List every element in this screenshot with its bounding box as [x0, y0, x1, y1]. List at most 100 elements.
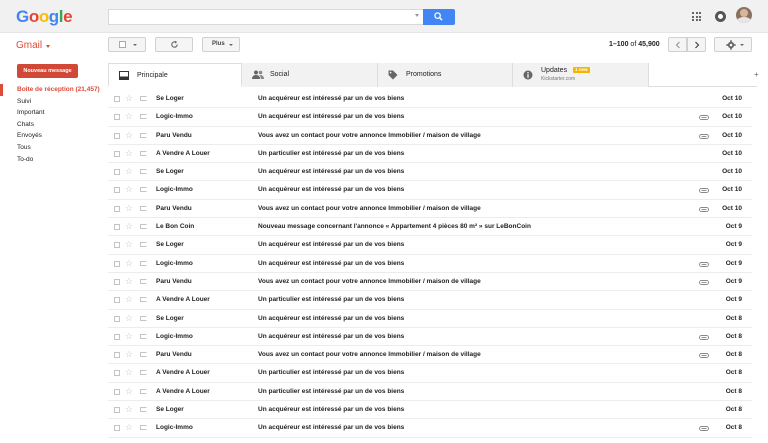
importance-marker-icon[interactable]: [140, 205, 147, 211]
email-row[interactable]: ☆ A Vendre A Louer Un particulier est inté…: [108, 364, 752, 383]
notifications-icon[interactable]: [715, 11, 726, 22]
row-checkbox[interactable]: [114, 425, 120, 432]
importance-marker-icon[interactable]: [140, 96, 147, 101]
star-icon[interactable]: ☆: [125, 239, 133, 249]
importance-marker-icon[interactable]: [140, 333, 147, 339]
email-row[interactable]: ☆ Logic-Immo Un acquéreur est intéressé pa…: [108, 181, 752, 200]
importance-marker-icon[interactable]: [140, 187, 147, 193]
search-button[interactable]: [423, 9, 455, 25]
importance-marker-icon[interactable]: [140, 132, 147, 138]
select-checkbox[interactable]: [119, 41, 126, 48]
email-row[interactable]: ☆ Se Loger Un acquéreur est intéressé par …: [108, 163, 752, 182]
importance-marker-icon[interactable]: [140, 352, 147, 358]
email-row[interactable]: ☆ Paru Vendu Vous avez un contact pour vot…: [108, 272, 752, 292]
row-checkbox[interactable]: [114, 333, 120, 340]
tab-principale[interactable]: Principale: [108, 63, 242, 87]
row-checkbox[interactable]: [114, 205, 120, 212]
tab-updates[interactable]: Updates 1 new Kickstarter.com: [513, 63, 649, 87]
row-checkbox[interactable]: [114, 260, 120, 267]
star-icon[interactable]: ☆: [125, 166, 133, 176]
email-row[interactable]: ☆ Paru Vendu Vous avez un contact pour vot…: [108, 199, 752, 219]
row-checkbox[interactable]: [114, 96, 120, 102]
row-checkbox[interactable]: [114, 370, 120, 377]
email-row[interactable]: ☆ Logic-Immo Un acquéreur est intéressé pa…: [108, 254, 752, 273]
importance-marker-icon[interactable]: [140, 260, 147, 266]
sidebar-item[interactable]: Suivi: [0, 96, 108, 108]
tab-promotions[interactable]: Promotions: [378, 63, 513, 87]
gmail-menu-label[interactable]: Gmail: [16, 40, 42, 51]
star-icon[interactable]: ☆: [125, 130, 133, 140]
email-row[interactable]: ☆ A Vendre A Louer Un particulier est inté…: [108, 382, 752, 402]
search-input[interactable]: [108, 9, 423, 25]
star-icon[interactable]: ☆: [125, 276, 133, 286]
star-icon[interactable]: ☆: [125, 93, 133, 103]
row-checkbox[interactable]: [114, 315, 120, 322]
email-row[interactable]: ☆ Paru Vendu Vous avez un contact pour vot…: [108, 126, 752, 145]
row-checkbox[interactable]: [114, 388, 120, 395]
avatar[interactable]: [736, 7, 752, 23]
email-row[interactable]: ☆ Se Loger Un acquéreur est intéressé par …: [108, 236, 752, 255]
row-checkbox[interactable]: [114, 352, 120, 359]
email-row[interactable]: ☆ Logic-Immo Un acquéreur est intéressé pa…: [108, 419, 752, 438]
select-all-button[interactable]: [108, 37, 146, 52]
email-row[interactable]: ☆ Le Bon Coin Nouveau message concernant l…: [108, 218, 752, 237]
row-checkbox[interactable]: [114, 150, 120, 157]
row-checkbox[interactable]: [114, 114, 120, 121]
apps-grid-icon[interactable]: [692, 12, 701, 21]
importance-marker-icon[interactable]: [140, 242, 147, 248]
sidebar-item[interactable]: Chats: [0, 119, 108, 131]
star-icon[interactable]: ☆: [125, 294, 133, 304]
star-icon[interactable]: ☆: [125, 386, 133, 396]
importance-marker-icon[interactable]: [140, 407, 147, 413]
importance-marker-icon[interactable]: [140, 388, 147, 394]
more-button[interactable]: Plus: [202, 37, 240, 52]
sidebar-item[interactable]: To-do: [0, 154, 108, 166]
email-row[interactable]: ☆ Se Loger Un acquéreur est intéressé par …: [108, 401, 752, 420]
star-icon[interactable]: ☆: [125, 367, 133, 377]
row-checkbox[interactable]: [114, 132, 120, 139]
star-icon[interactable]: ☆: [125, 258, 133, 268]
email-row[interactable]: ☆ Logic-Immo Un acquéreur est intéressé pa…: [108, 108, 752, 127]
star-icon[interactable]: ☆: [125, 221, 133, 231]
row-checkbox[interactable]: [114, 242, 120, 249]
star-icon[interactable]: ☆: [125, 404, 133, 414]
row-checkbox[interactable]: [114, 187, 120, 194]
previous-page-button[interactable]: [668, 37, 687, 52]
importance-marker-icon[interactable]: [140, 315, 147, 321]
star-icon[interactable]: ☆: [125, 184, 133, 194]
email-row[interactable]: ☆ Logic-Immo Un acquéreur est intéressé pa…: [108, 327, 752, 347]
email-row[interactable]: ☆ A Vendre A Louer Un particulier est inté…: [108, 144, 752, 164]
search-options-caret-icon[interactable]: [415, 14, 419, 17]
star-icon[interactable]: ☆: [125, 313, 133, 323]
email-row[interactable]: ☆ Se Loger Un acquéreur est intéressé par …: [108, 90, 752, 109]
email-row[interactable]: ☆ Se Loger Un acquéreur est intéressé par …: [108, 309, 752, 328]
row-checkbox[interactable]: [114, 169, 120, 176]
tab-social[interactable]: Social: [242, 63, 378, 87]
settings-button[interactable]: [714, 37, 752, 52]
importance-marker-icon[interactable]: [140, 297, 147, 303]
star-icon[interactable]: ☆: [125, 331, 133, 341]
importance-marker-icon[interactable]: [140, 370, 147, 376]
sidebar-item[interactable]: Boîte de réception (21,457): [0, 84, 108, 96]
compose-button[interactable]: Nouveau message: [17, 64, 78, 78]
importance-marker-icon[interactable]: [140, 224, 147, 230]
star-icon[interactable]: ☆: [125, 148, 133, 158]
sidebar-item[interactable]: Important: [0, 107, 108, 119]
gmail-menu-caret-icon[interactable]: [46, 45, 50, 48]
refresh-button[interactable]: [155, 37, 193, 52]
star-icon[interactable]: ☆: [125, 422, 133, 432]
row-checkbox[interactable]: [114, 224, 120, 231]
email-row[interactable]: ☆ A Vendre A Louer Un particulier est inté…: [108, 291, 752, 310]
star-icon[interactable]: ☆: [125, 203, 133, 213]
star-icon[interactable]: ☆: [125, 111, 133, 121]
next-page-button[interactable]: [687, 37, 706, 52]
google-logo[interactable]: Google: [16, 7, 73, 27]
importance-marker-icon[interactable]: [140, 114, 147, 120]
importance-marker-icon[interactable]: [140, 169, 147, 175]
sidebar-item[interactable]: Tous: [0, 142, 108, 154]
star-icon[interactable]: ☆: [125, 349, 133, 359]
add-tab-plus-icon[interactable]: +: [754, 70, 759, 79]
importance-marker-icon[interactable]: [140, 425, 147, 431]
row-checkbox[interactable]: [114, 278, 120, 285]
row-checkbox[interactable]: [114, 297, 120, 304]
